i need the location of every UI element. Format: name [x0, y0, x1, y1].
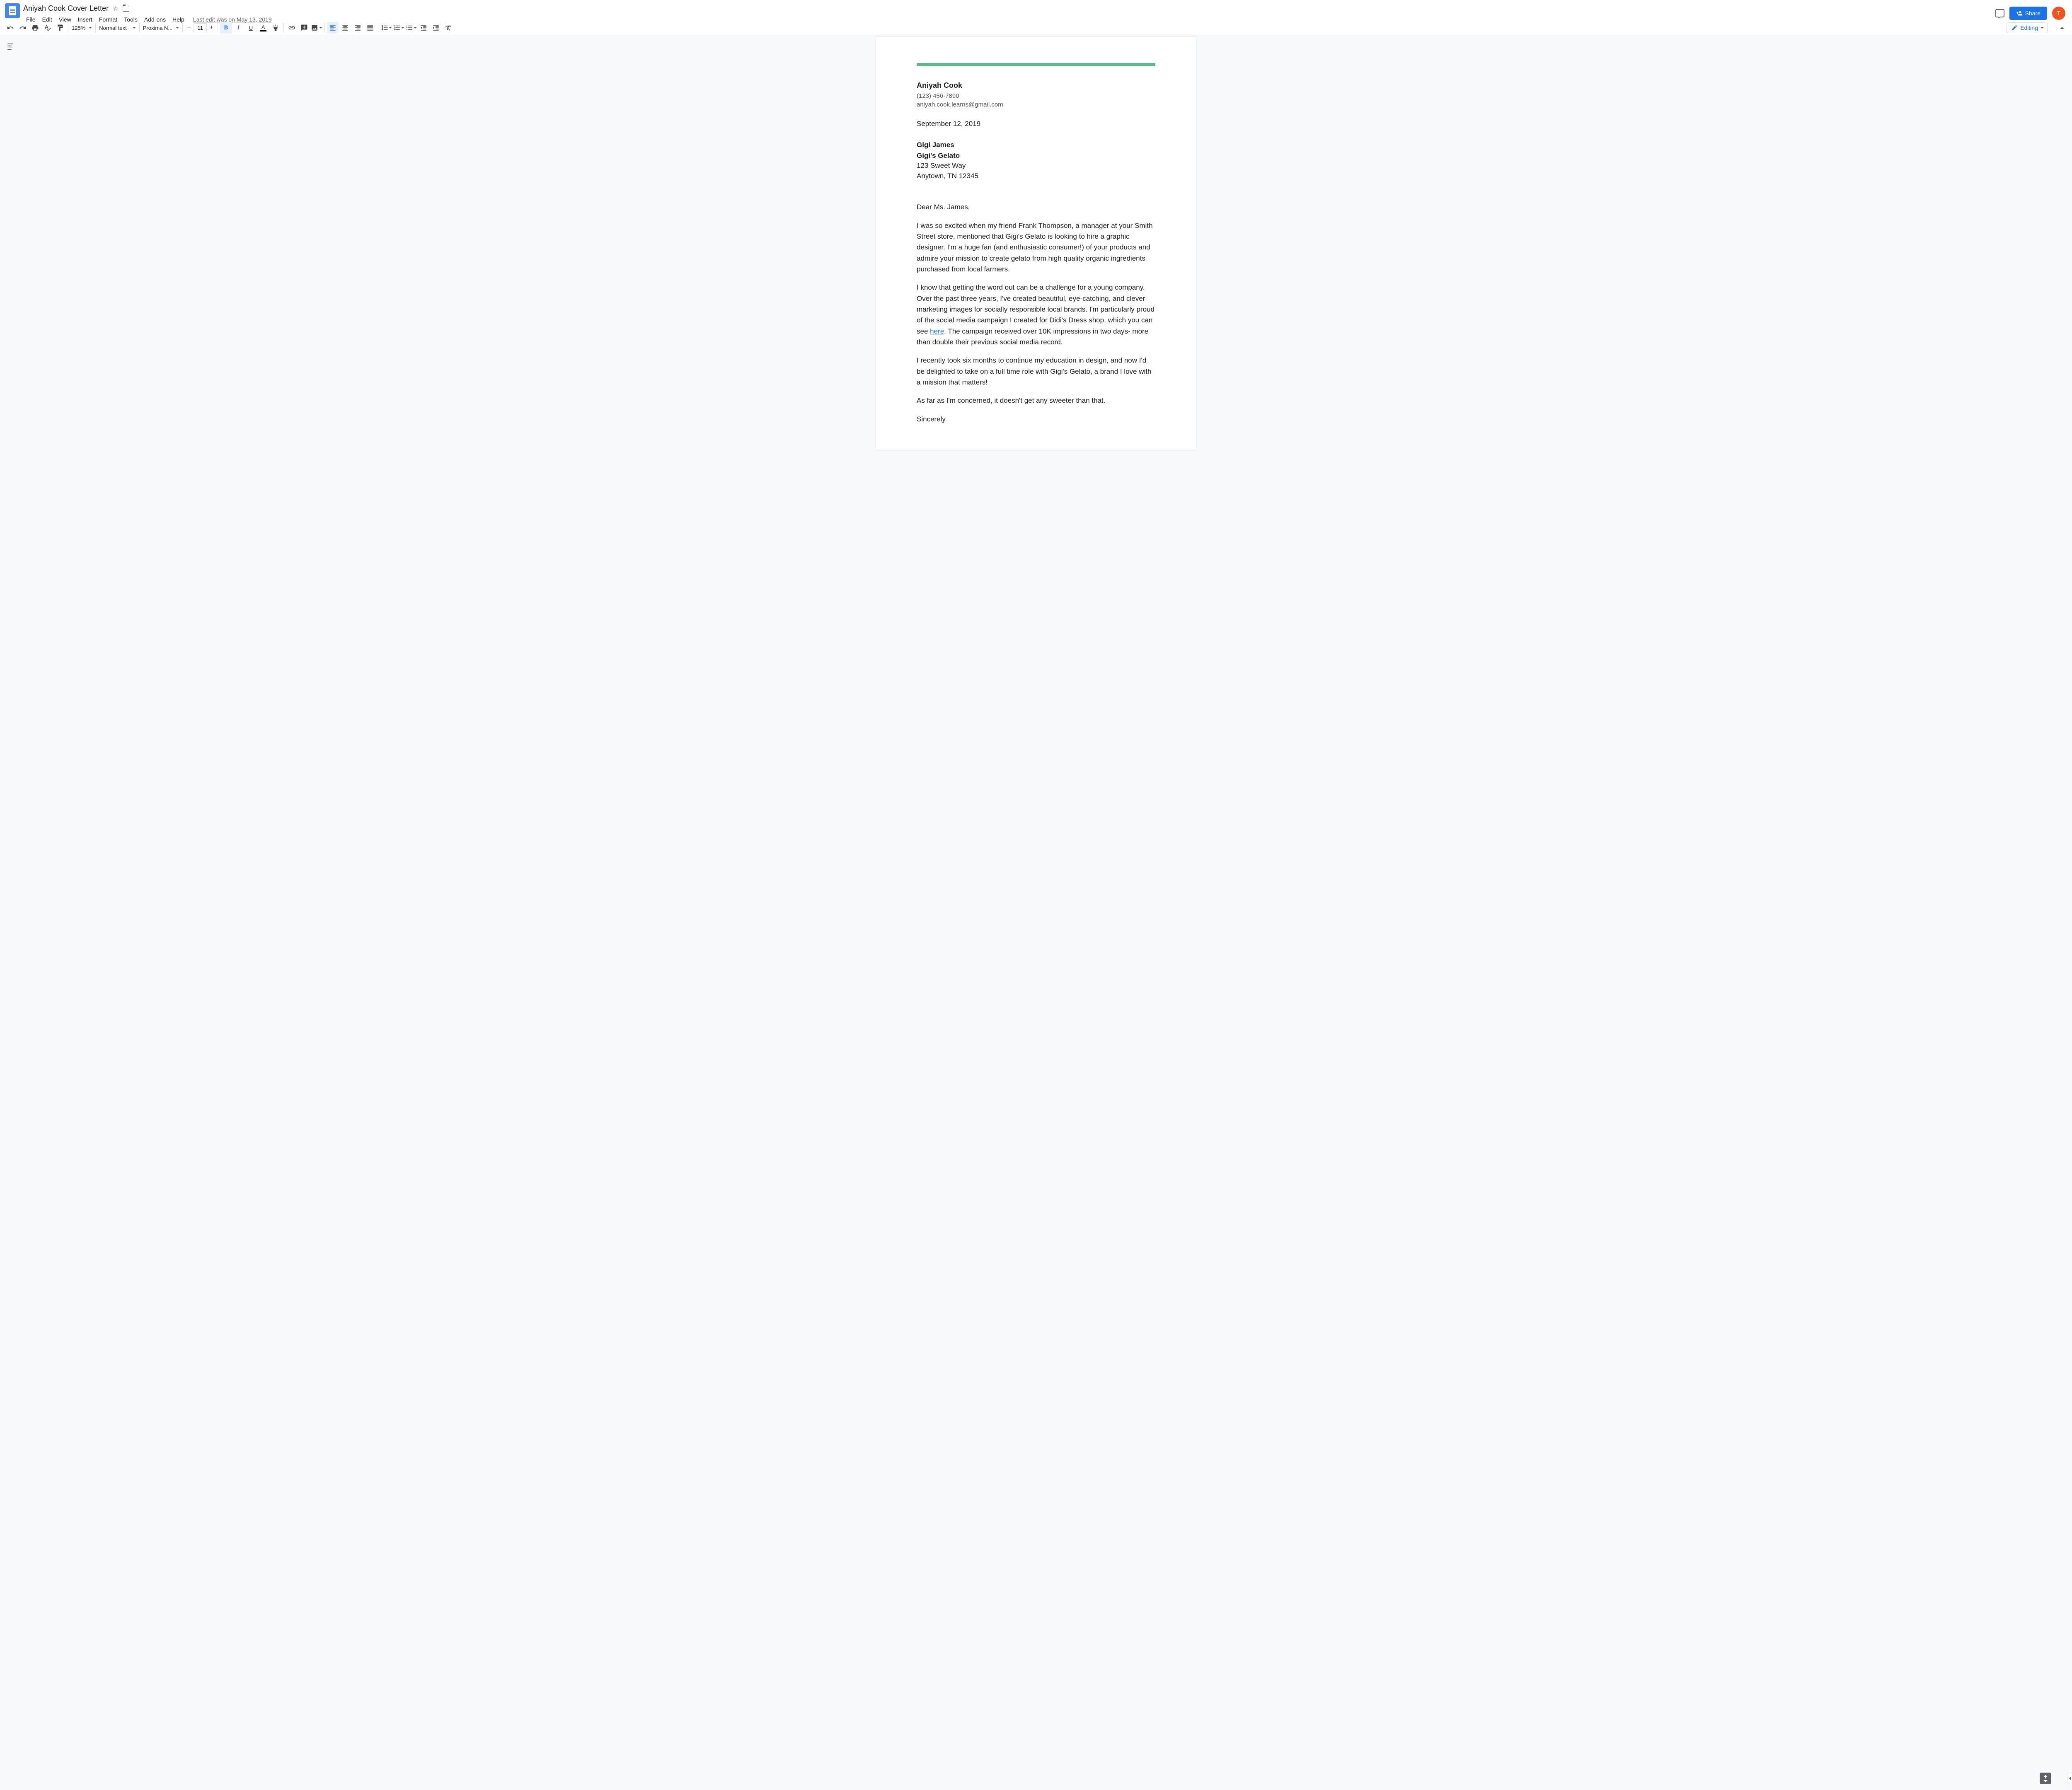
align-left-button[interactable] [327, 22, 339, 34]
mode-select[interactable]: Editing [2007, 22, 2048, 33]
para2-text-post: . The campaign received over 10K impress… [917, 327, 1148, 346]
side-panel-toggle[interactable] [2067, 1773, 2072, 1784]
numbered-list-button[interactable] [393, 22, 404, 34]
paragraph-3: I recently took six months to continue m… [917, 355, 1155, 388]
portfolio-link[interactable]: here [930, 327, 944, 335]
chevron-up-icon [2060, 27, 2064, 29]
chevron-down-icon [389, 27, 392, 29]
recipient-company: Gigi's Gelato [917, 150, 1155, 161]
canvas-area: Aniyah Cook (123) 456-7890 aniyah.cook.l… [0, 36, 2072, 1790]
decrease-font-size-button[interactable]: − [184, 23, 194, 32]
align-justify-button[interactable] [364, 22, 376, 34]
document-page[interactable]: Aniyah Cook (123) 456-7890 aniyah.cook.l… [876, 36, 1196, 450]
header-right: Share T [1995, 3, 2067, 20]
explore-button[interactable] [2040, 1773, 2051, 1784]
letter-body: Dear Ms. James, I was so excited when my… [917, 202, 1155, 425]
menu-insert[interactable]: Insert [75, 15, 95, 24]
docs-logo-icon[interactable] [5, 3, 20, 18]
insert-link-button[interactable] [286, 22, 298, 34]
paragraph-4: As far as I'm concerned, it doesn't get … [917, 395, 1155, 406]
sender-email: aniyah.cook.learns@gmail.com [917, 100, 1155, 109]
recipient-block: Gigi James Gigi's Gelato 123 Sweet Way A… [917, 140, 1155, 181]
increase-font-size-button[interactable]: + [207, 23, 216, 32]
move-to-folder-icon[interactable] [123, 6, 129, 12]
chevron-down-icon [89, 27, 92, 29]
editing-label: Editing [2020, 24, 2038, 31]
font-size-input[interactable] [194, 23, 207, 32]
document-outline-button[interactable] [6, 42, 16, 52]
letter-date: September 12, 2019 [917, 120, 1155, 128]
chevron-down-icon [401, 27, 404, 29]
separator [139, 23, 140, 32]
sender-phone: (123) 456-7890 [917, 92, 1155, 100]
recipient-name: Gigi James [917, 140, 1155, 150]
paragraph-style-select[interactable]: Normal text [97, 25, 137, 31]
text-color-button[interactable]: A [257, 22, 269, 34]
menu-addons[interactable]: Add-ons [141, 15, 169, 24]
salutation: Dear Ms. James, [917, 202, 1155, 213]
decrease-indent-button[interactable] [418, 22, 429, 34]
paragraph-1: I was so excited when my friend Frank Th… [917, 220, 1155, 275]
paragraph-2: I know that getting the word out can be … [917, 282, 1155, 348]
redo-button[interactable] [17, 22, 29, 34]
document-title[interactable]: Aniyah Cook Cover Letter [23, 4, 109, 13]
font-family-select[interactable]: Proxima N... [141, 25, 181, 31]
undo-button[interactable] [5, 22, 16, 34]
line-spacing-button[interactable] [380, 22, 392, 34]
collapse-toolbar-button[interactable] [2056, 22, 2068, 34]
recipient-street: 123 Sweet Way [917, 161, 1155, 171]
pencil-icon [2011, 24, 2018, 31]
separator [182, 23, 183, 32]
paint-format-button[interactable] [54, 22, 66, 34]
star-icon[interactable]: ☆ [113, 5, 119, 13]
bulleted-list-button[interactable] [405, 22, 417, 34]
font-size-control: − + [184, 23, 216, 32]
toolbar-right: Editing [2007, 22, 2068, 34]
app-header: Aniyah Cook Cover Letter ☆ File Edit Vie… [0, 0, 2072, 20]
separator [324, 23, 325, 32]
sender-name: Aniyah Cook [917, 81, 1155, 90]
open-comments-icon[interactable] [1995, 9, 2004, 17]
font-value: Proxima N... [143, 25, 173, 31]
highlight-button[interactable] [270, 22, 281, 34]
align-right-button[interactable] [352, 22, 363, 34]
user-avatar[interactable]: T [2052, 7, 2065, 20]
menu-tools[interactable]: Tools [121, 15, 140, 24]
menu-format[interactable]: Format [96, 15, 120, 24]
separator [95, 23, 96, 32]
separator [283, 23, 284, 32]
bold-button[interactable]: B [220, 22, 232, 34]
spellcheck-button[interactable] [42, 22, 53, 34]
zoom-value: 125% [72, 25, 85, 31]
align-center-button[interactable] [339, 22, 351, 34]
closing: Sincerely [917, 414, 1155, 425]
share-button[interactable]: Share [2009, 7, 2047, 20]
underline-button[interactable]: U [245, 22, 257, 34]
recipient-city: Anytown, TN 12345 [917, 171, 1155, 181]
chevron-down-icon [176, 27, 179, 29]
chevron-down-icon [414, 27, 417, 29]
increase-indent-button[interactable] [430, 22, 442, 34]
title-row: Aniyah Cook Cover Letter ☆ [23, 3, 1995, 13]
chevron-left-icon [2069, 1777, 2071, 1780]
chevron-down-icon [133, 27, 136, 29]
zoom-select[interactable]: 125% [70, 25, 94, 31]
title-area: Aniyah Cook Cover Letter ☆ File Edit Vie… [23, 3, 1995, 24]
accent-bar [917, 63, 1155, 66]
share-label: Share [2025, 10, 2041, 17]
person-add-icon [2016, 10, 2023, 17]
insert-image-button[interactable] [311, 22, 322, 34]
italic-button[interactable]: I [232, 22, 244, 34]
add-comment-button[interactable] [298, 22, 310, 34]
chevron-down-icon [2041, 27, 2044, 29]
print-button[interactable] [29, 22, 41, 34]
chevron-down-icon [319, 27, 322, 29]
style-value: Normal text [99, 25, 126, 31]
clear-formatting-button[interactable] [443, 22, 454, 34]
